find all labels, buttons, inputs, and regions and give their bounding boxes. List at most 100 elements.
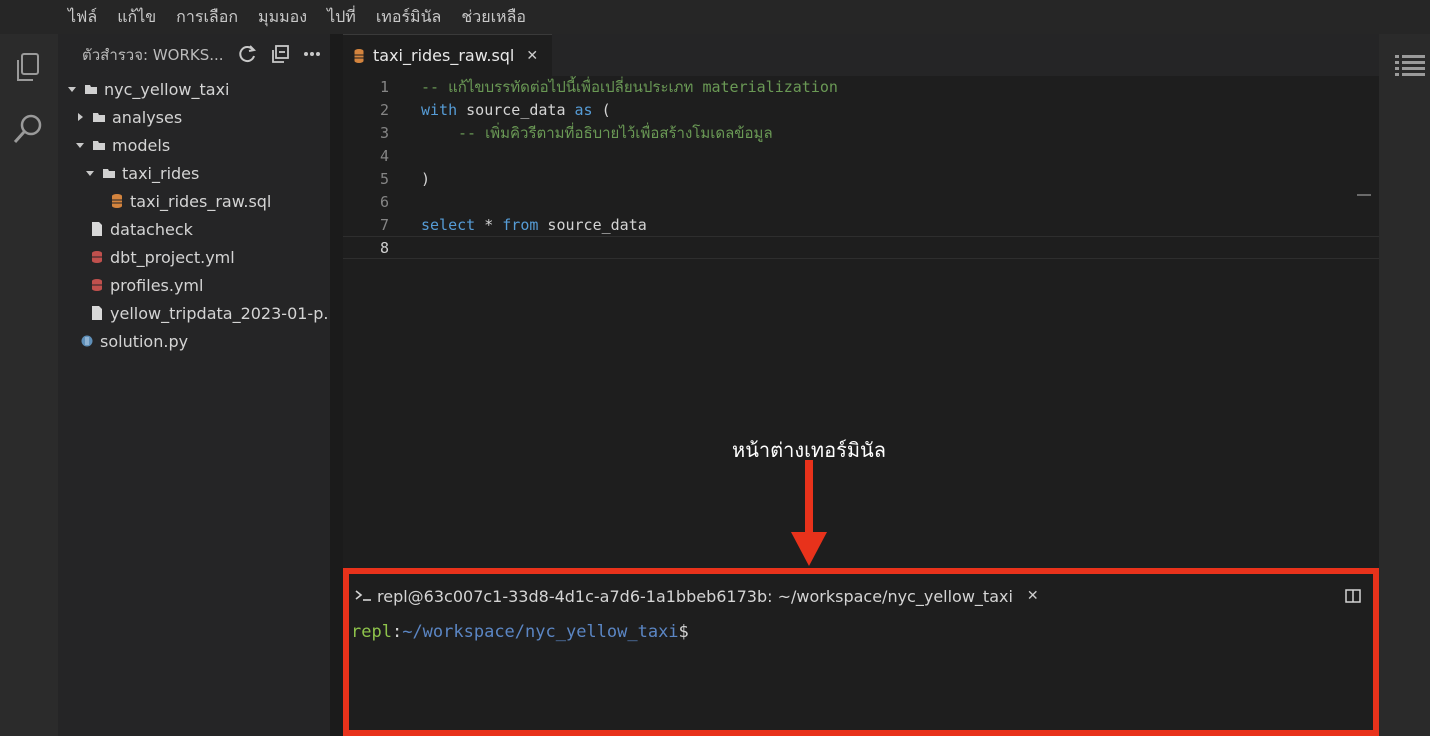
menu-terminal[interactable]: เทอร์มินัล [376, 5, 442, 30]
terminal-panel[interactable]: repl@63c007c1-33d8-4d1c-a7d6-1a1bbeb6173… [343, 568, 1379, 736]
activity-bar [0, 34, 58, 736]
chevron-down-icon [68, 87, 76, 92]
paren: ( [592, 101, 611, 119]
keyword-as: as [574, 101, 593, 119]
explorer-title: ตัวสำรวจ: WORKS... [82, 46, 224, 64]
annotation-arrow-icon [791, 460, 827, 566]
code-line-7: 7 select * from source_data [343, 214, 1379, 237]
scrollbar-marker[interactable] [1357, 194, 1371, 196]
code-comment: -- แก้ไขบรรทัดต่อไปนี้เพื่อเปลี่ยนประเภท… [421, 78, 838, 96]
tab-taxi-rides-raw-sql[interactable]: taxi_rides_raw.sql ✕ [343, 34, 553, 76]
tree-file-solution-py[interactable]: solution.py [80, 327, 188, 355]
line-number: 8 [379, 239, 389, 257]
tree-folder-taxi-rides[interactable]: taxi_rides [84, 159, 199, 187]
code-editor[interactable]: 1 -- แก้ไขบรรทัดต่อไปนี้เพื่อเปลี่ยนประเ… [343, 76, 1379, 568]
tree-label: taxi_rides_raw.sql [130, 191, 272, 211]
terminal-icon [355, 587, 373, 606]
code-line-8: 8 [343, 236, 1379, 259]
code-line-4: 4 [343, 145, 1379, 168]
tree-file-dbt-project-yml[interactable]: dbt_project.yml [90, 243, 235, 271]
tree-file-datacheck[interactable]: datacheck [90, 215, 193, 243]
database-icon [354, 48, 364, 63]
keyword-from: from [502, 216, 539, 234]
list-icon[interactable] [1395, 54, 1425, 80]
files-icon[interactable] [12, 50, 46, 84]
tree-file-taxi-rides-raw-sql[interactable]: taxi_rides_raw.sql [110, 187, 271, 215]
keyword-select: select [421, 216, 476, 234]
more-actions-icon[interactable] [302, 44, 322, 64]
terminal-header: repl@63c007c1-33d8-4d1c-a7d6-1a1bbeb6173… [349, 574, 1373, 618]
menu-help[interactable]: ช่วยเหลือ [461, 5, 526, 30]
refresh-icon[interactable] [238, 44, 258, 64]
prompt-user: repl [351, 622, 392, 642]
tree-label: analyses [112, 107, 183, 127]
prompt-path: ~/workspace/nyc_yellow_taxi [402, 622, 679, 642]
explorer-sidebar: ตัวสำรวจ: WORKS... nyc_yellow_taxi analy… [58, 34, 339, 736]
tree-folder-analyses[interactable]: analyses [74, 103, 182, 131]
tree-label: taxi_rides [122, 163, 200, 183]
chevron-right-icon [78, 113, 83, 121]
close-icon[interactable]: ✕ [526, 48, 538, 64]
line-number: 5 [379, 170, 389, 188]
folder-icon [93, 141, 105, 150]
file-icon [92, 222, 102, 236]
tree-folder-nyc-yellow-taxi[interactable]: nyc_yellow_taxi [66, 75, 229, 103]
line-number: 4 [379, 147, 389, 165]
tree-label: models [112, 135, 171, 155]
sidebar-divider[interactable] [330, 34, 343, 736]
yaml-file-icon [92, 279, 102, 291]
code-line-2: 2 with source_data as ( [343, 99, 1379, 122]
code-text: select * from source_data [421, 214, 647, 237]
line-number: 7 [379, 216, 389, 234]
editor-tabbar: taxi_rides_raw.sql ✕ [343, 34, 1379, 76]
code-line-6: 6 [343, 191, 1379, 214]
operator: * [475, 216, 503, 234]
python-icon [81, 335, 93, 347]
code-line-1: 1 -- แก้ไขบรรทัดต่อไปนี้เพื่อเปลี่ยนประเ… [343, 76, 1379, 99]
menu-file[interactable]: ไฟล์ [68, 5, 97, 30]
tree-label: nyc_yellow_taxi [104, 79, 230, 99]
split-panel-icon[interactable] [1345, 588, 1361, 607]
identifier: source_data [538, 216, 647, 234]
line-number: 2 [379, 101, 389, 119]
chevron-down-icon [86, 171, 94, 176]
editor-pane: taxi_rides_raw.sql ✕ 1 -- แก้ไขบรรทัดต่อ… [343, 34, 1379, 568]
explorer-header: ตัวสำรวจ: WORKS... [58, 34, 330, 76]
collapse-all-icon[interactable] [270, 44, 290, 64]
terminal-title[interactable]: repl@63c007c1-33d8-4d1c-a7d6-1a1bbeb6173… [377, 587, 1013, 606]
prompt-symbol: $ [678, 622, 689, 642]
paren: ) [421, 170, 431, 188]
folder-icon [103, 169, 115, 178]
chevron-down-icon [76, 143, 84, 148]
tree-folder-models[interactable]: models [74, 131, 170, 159]
code-text: with source_data as ( [421, 99, 611, 122]
tree-file-yellow-tripdata[interactable]: yellow_tripdata_2023-01-p... [90, 299, 339, 327]
prompt-separator: : [391, 622, 403, 642]
search-icon[interactable] [12, 112, 46, 146]
tree-label: dbt_project.yml [110, 247, 235, 267]
tree-label: profiles.yml [110, 275, 204, 295]
folder-icon [85, 85, 97, 94]
terminal-prompt: repl:~/workspace/nyc_yellow_taxi$ [351, 622, 689, 642]
tree-file-profiles-yml[interactable]: profiles.yml [90, 271, 203, 299]
menu-bar: ไฟล์ แก้ไข การเลือก มุมมอง ไปที่ เทอร์มิ… [0, 0, 1430, 34]
tree-label: yellow_tripdata_2023-01-p... [110, 303, 339, 323]
menu-go[interactable]: ไปที่ [327, 5, 356, 30]
line-number: 1 [379, 78, 389, 96]
menu-edit[interactable]: แก้ไข [117, 5, 156, 30]
close-icon[interactable]: ✕ [1027, 588, 1039, 604]
tree-label: solution.py [100, 331, 189, 351]
right-panel-strip [1379, 34, 1430, 736]
identifier: source_data [457, 101, 575, 119]
database-icon [112, 194, 122, 208]
code-line-3: 3 -- เพิ่มคิวรีตามที่อธิบายไว้เพื่อสร้าง… [343, 122, 1379, 145]
keyword-with: with [421, 101, 458, 119]
file-icon [92, 306, 102, 320]
menu-view[interactable]: มุมมอง [258, 5, 307, 30]
tab-label: taxi_rides_raw.sql [373, 46, 515, 65]
line-number: 3 [379, 124, 389, 142]
yaml-file-icon [92, 251, 102, 263]
tree-label: datacheck [110, 219, 193, 239]
menu-selection[interactable]: การเลือก [176, 5, 238, 30]
folder-icon [93, 113, 105, 122]
